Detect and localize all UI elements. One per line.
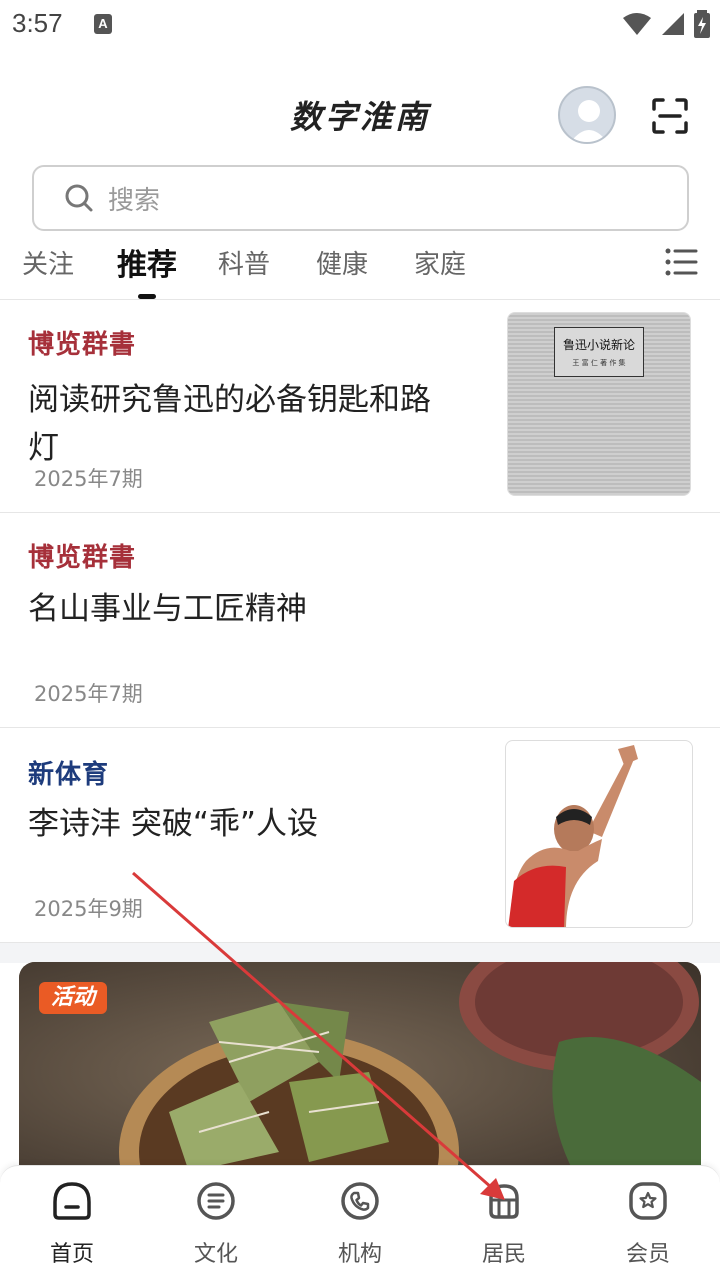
source-logo: 新体育 [28, 760, 110, 790]
nav-member[interactable]: 会员 [598, 1180, 698, 1268]
tab-recommend[interactable]: 推荐 [117, 240, 177, 284]
article-card[interactable]: 博览群書 名山事业与工匠精神 2025年7期 [0, 513, 720, 728]
article-card[interactable]: 新体育 李诗沣 突破“乖”人设 2025年9期 [0, 728, 720, 943]
nav-institution[interactable]: 机构 [310, 1180, 410, 1268]
article-title: 名山事业与工匠精神 [28, 591, 307, 627]
tab-follow[interactable]: 关注 [22, 244, 74, 281]
active-tab-indicator [138, 294, 156, 299]
article-title-line: 阅读研究鲁迅的必备钥匙和路 [28, 382, 431, 418]
nav-home[interactable]: 首页 [22, 1180, 122, 1268]
book-subtitle: 王 富 仁 著 作 集 [572, 359, 626, 367]
nav-culture[interactable]: 文化 [166, 1180, 266, 1268]
category-tabs: 关注 推荐 科普 健康 家庭 [0, 238, 720, 300]
section-gap [0, 943, 720, 963]
nav-label: 居民 [481, 1242, 526, 1267]
athlete-image [508, 745, 638, 927]
article-date: 2025年7期 [34, 682, 143, 706]
activity-tag: 活动 [39, 982, 107, 1014]
tab-health[interactable]: 健康 [316, 244, 368, 281]
article-title-line: 灯 [28, 430, 59, 466]
nav-label: 机构 [337, 1242, 382, 1267]
article-date: 2025年9期 [34, 897, 143, 921]
article-title: 阅读研究鲁迅的必备钥匙和路 灯 [28, 376, 431, 472]
source-logo: 博览群書 [28, 543, 137, 573]
book-title: 鲁迅小说新论 [562, 338, 635, 352]
notification-icon: A [94, 14, 112, 34]
source-logo: 博览群書 [28, 330, 137, 360]
article-thumbnail [505, 740, 693, 928]
status-bar: 3:57 A [0, 0, 720, 50]
banner-image [19, 962, 701, 1182]
bottom-navigation: 首页 文化 机构 居民 会员 [0, 1165, 720, 1280]
user-avatar[interactable] [558, 86, 616, 144]
tab-family[interactable]: 家庭 [414, 244, 466, 281]
nav-label: 会员 [625, 1242, 670, 1267]
scan-icon[interactable] [650, 96, 690, 136]
status-time: 3:57 [12, 8, 63, 38]
search-input[interactable]: 搜索 [32, 165, 689, 231]
nav-label: 首页 [49, 1242, 94, 1267]
wifi-icon [623, 13, 651, 35]
article-thumbnail: 鲁迅小说新论 王 富 仁 著 作 集 [507, 312, 691, 496]
activity-banner[interactable]: 活动 [19, 962, 701, 1182]
signal-icon [662, 13, 684, 35]
home-icon [53, 1182, 91, 1220]
article-title: 李诗沣 突破“乖”人设 [28, 806, 318, 842]
member-icon [629, 1182, 667, 1220]
resident-icon [489, 1184, 519, 1219]
app-header: 数字淮南 [0, 50, 720, 160]
phone-icon [341, 1182, 379, 1220]
article-date: 2025年7期 [34, 467, 143, 491]
search-placeholder: 搜索 [108, 185, 161, 216]
status-icons [622, 10, 710, 38]
book-cover-label: 鲁迅小说新论 王 富 仁 著 作 集 [554, 327, 644, 377]
menu-list-icon[interactable] [664, 246, 698, 278]
culture-icon [197, 1182, 235, 1220]
nav-label: 文化 [193, 1242, 238, 1267]
search-icon [65, 184, 93, 212]
tab-science[interactable]: 科普 [218, 244, 270, 281]
nav-resident[interactable]: 居民 [454, 1180, 554, 1268]
battery-icon [694, 10, 710, 38]
article-card[interactable]: 博览群書 阅读研究鲁迅的必备钥匙和路 灯 2025年7期 鲁迅小说新论 王 富 … [0, 300, 720, 513]
